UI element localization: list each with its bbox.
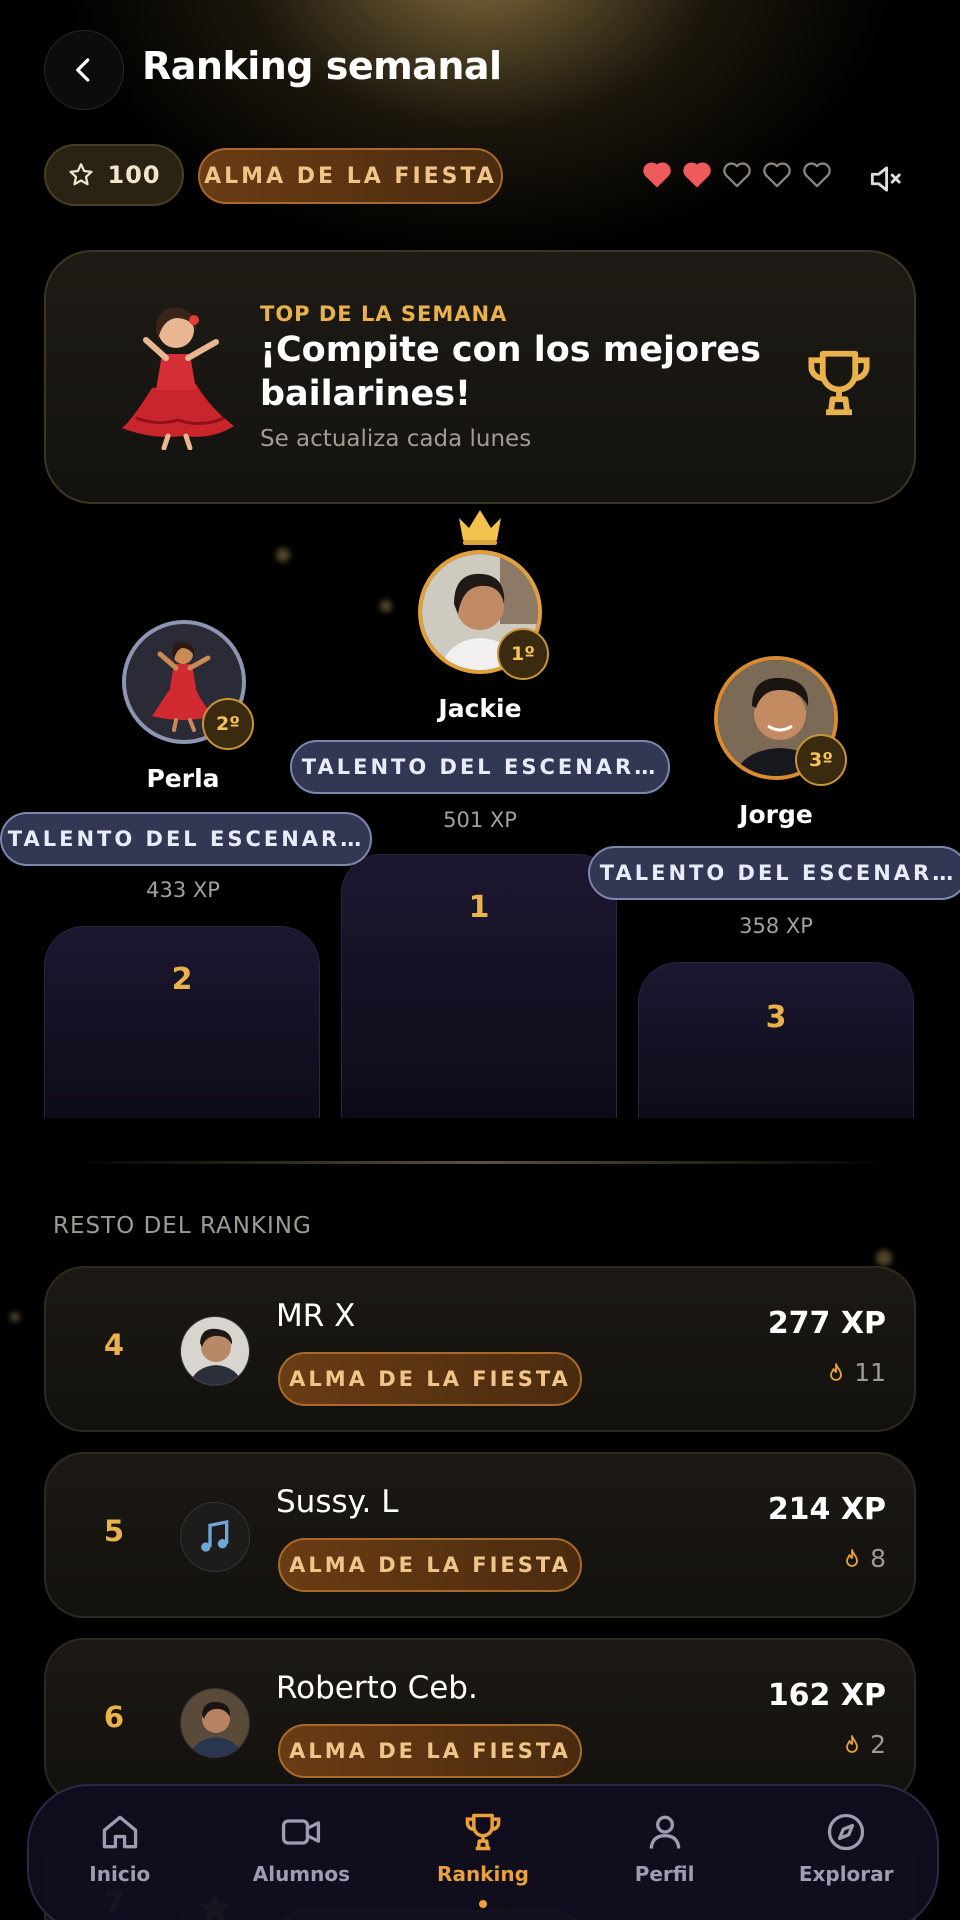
second-place-badge: 2º [202,698,254,750]
home-icon [102,1815,138,1849]
back-button[interactable] [44,30,124,110]
row-xp: 162 XP [767,1678,886,1713]
active-indicator [478,1900,487,1908]
nav-label: Alumnos [252,1862,351,1886]
nav-perfil[interactable]: Perfil [574,1786,756,1920]
banner-headline: ¡Compite con los mejores bailarines! [260,330,761,414]
avatar-photo [181,1317,249,1385]
row-title-badge: ALMA DE LA FIESTA [278,1538,582,1592]
crown-icon [459,510,501,545]
row-streak-value: 11 [854,1358,886,1387]
lives-hearts [640,157,834,191]
weekly-top-banner: TOP DE LA SEMANA ¡Compite con los mejore… [44,250,916,504]
trophy-icon [808,350,870,416]
row-streak-value: 8 [870,1544,886,1573]
flame-icon [830,1362,843,1381]
row-rank: 4 [103,1328,125,1362]
mute-button[interactable] [866,160,904,202]
bottom-navigation: Inicio Alumnos Ranking Perfil Explorar [27,1784,939,1920]
heart-empty-icon [763,162,791,188]
second-place-tag: TALENTO DEL ESCENAR… [0,812,372,866]
row-streak: 8 [840,1544,886,1573]
nav-ranking[interactable]: Ranking [392,1786,574,1920]
row-name: Sussy. L [276,1484,399,1520]
stars-value: 100 [107,161,161,189]
row-name: MR X [276,1298,356,1334]
sparkle [876,1250,892,1266]
row-rank: 6 [103,1700,125,1734]
stars-counter[interactable]: 100 [44,144,184,206]
nav-label: Explorar [798,1862,894,1886]
banner-kicker: TOP DE LA SEMANA [260,302,508,326]
section-divider [70,1161,890,1164]
rest-ranking-label: RESTO DEL RANKING [53,1213,312,1239]
compass-icon [828,1813,865,1851]
first-place-name: Jackie [438,694,522,723]
video-icon [282,1819,321,1845]
row-streak: 2 [840,1730,886,1759]
dancer-illustration [122,307,234,450]
nav-inicio[interactable]: Inicio [29,1786,211,1920]
page-title: Ranking semanal [142,44,502,88]
third-place-badge: 3º [795,734,847,786]
podium-number-first: 1 [468,890,490,925]
second-place-xp: 433 XP [146,878,220,902]
first-place-badge: 1º [497,628,549,680]
chevron-left-icon [76,58,90,82]
music-note-icon [201,1519,229,1552]
flame-icon [846,1548,858,1567]
second-place-name: Perla [146,764,220,793]
ranking-row[interactable]: 6 Roberto Ceb. ALMA DE LA FIESTA 162 XP … [44,1638,916,1804]
nav-label: Perfil [634,1862,695,1886]
third-place-name: Jorge [739,800,813,829]
avatar [180,1502,250,1572]
row-streak: 11 [824,1358,886,1387]
volume-mute-icon [870,166,901,192]
podium-block-second [44,926,320,1118]
avatar-photo [181,1689,249,1757]
heart-empty-icon [723,162,751,188]
row-title-badge: ALMA DE LA FIESTA [278,1724,582,1778]
row-name: Roberto Ceb. [276,1670,478,1706]
sparkle [10,1312,20,1322]
heart-empty-icon [803,162,831,188]
nav-label: Ranking [437,1862,529,1886]
nav-explorar[interactable]: Explorar [755,1786,937,1920]
user-icon [649,1815,680,1849]
ranking-row[interactable]: 5 Sussy. L ALMA DE LA FIESTA 214 XP 8 [44,1452,916,1618]
star-icon [69,163,94,186]
nav-alumnos[interactable]: Alumnos [211,1786,393,1920]
avatar [180,1316,250,1386]
avatar [180,1688,250,1758]
first-place-tag: TALENTO DEL ESCENAR… [290,740,670,794]
row-streak-value: 2 [870,1730,886,1759]
third-place-tag: TALENTO DEL ESCENAR… [588,846,960,900]
podium-number-second: 2 [171,962,193,997]
flame-icon [846,1734,858,1753]
nav-label: Inicio [89,1862,151,1886]
podium-number-third: 3 [765,1000,787,1035]
row-xp: 277 XP [767,1306,886,1341]
first-place-xp: 501 XP [443,808,517,832]
ranking-row[interactable]: 4 MR X ALMA DE LA FIESTA 277 XP 11 [44,1266,916,1432]
heart-filled-icon [683,162,711,188]
row-title-badge: ALMA DE LA FIESTA [278,1352,582,1406]
sparkle [276,548,290,562]
trophy-icon [465,1813,501,1851]
row-xp: 214 XP [767,1492,886,1527]
row-rank: 5 [103,1514,125,1548]
banner-subtitle: Se actualiza cada lunes [260,426,532,452]
podium-block-third [638,962,914,1118]
third-place-xp: 358 XP [739,914,813,938]
heart-filled-icon [643,162,671,188]
sparkle [380,600,392,612]
rank-title-badge: ALMA DE LA FIESTA [198,148,503,204]
